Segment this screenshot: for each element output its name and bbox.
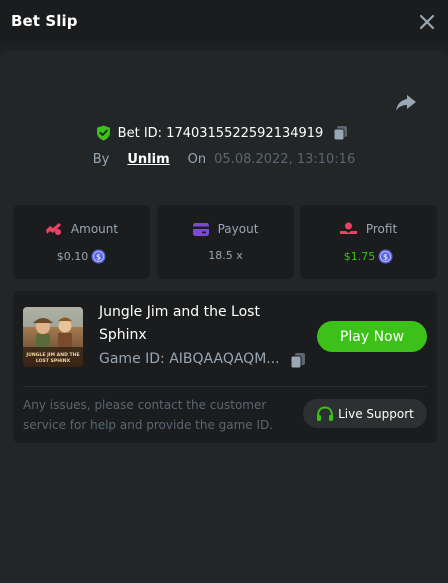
game-card: JUNGLE JIM AND THE LOST SPHINX Jungle Ji…: [13, 291, 437, 443]
profit-icon: [339, 222, 357, 234]
user-link[interactable]: Unlim: [127, 152, 169, 167]
svg-text:JUNGLE JIM AND THE: JUNGLE JIM AND THE: [25, 352, 79, 358]
share-icon[interactable]: [395, 93, 417, 113]
profit-stat: Profit $1.75 $: [300, 205, 437, 279]
game-thumbnail[interactable]: JUNGLE JIM AND THE LOST SPHINX: [23, 307, 83, 367]
game-id-text: Game ID: AIBQAAQAQM...: [99, 351, 280, 367]
on-label: On: [187, 151, 207, 167]
page-title: Bet Slip: [11, 12, 78, 30]
payout-value: 18.5 x: [208, 249, 243, 262]
payout-stat: Payout 18.5 x: [157, 205, 294, 279]
coin-icon: $: [378, 249, 393, 264]
amount-icon: [45, 223, 61, 235]
bet-id-row: Bet ID: 1740315522592134919: [0, 124, 448, 142]
bet-id-text: Bet ID: 1740315522592134919: [117, 125, 324, 141]
amount-stat: Amount $0.10 $: [13, 205, 150, 279]
amount-label: Amount: [70, 222, 119, 236]
live-support-label: Live Support: [338, 406, 414, 421]
divider: [23, 386, 427, 387]
play-now-button[interactable]: Play Now: [317, 321, 427, 352]
bet-meta-row: By Unlim On 05.08.2022, 13:10:16: [0, 150, 448, 168]
profit-value: $1.75: [343, 250, 376, 263]
amount-value: $0.10: [56, 250, 89, 263]
svg-text:$: $: [96, 252, 101, 261]
verified-shield-icon: [96, 125, 110, 141]
close-icon[interactable]: [418, 13, 436, 31]
bet-stats: Amount $0.10 $ Payout 18.5 x Profit $1.7…: [13, 205, 437, 279]
payout-label: Payout: [217, 222, 259, 236]
bet-datetime: 05.08.2022, 13:10:16: [214, 151, 356, 167]
profit-label: Profit: [365, 222, 398, 236]
headset-icon: [317, 405, 334, 421]
svg-text:$: $: [383, 252, 388, 261]
game-title[interactable]: Jungle Jim and the Lost Sphinx: [99, 301, 299, 347]
coin-icon: $: [91, 249, 106, 264]
copy-bet-id-icon[interactable]: [333, 125, 348, 141]
svg-text:LOST SPHINX: LOST SPHINX: [36, 358, 71, 364]
copy-game-id-icon[interactable]: [290, 352, 306, 369]
live-support-button[interactable]: Live Support: [303, 399, 427, 428]
payout-card-icon: [192, 222, 209, 236]
bet-slip-header: Bet Slip: [0, 0, 448, 44]
by-label: By: [92, 151, 110, 167]
support-notice: Any issues, please contact the customer …: [23, 398, 274, 432]
